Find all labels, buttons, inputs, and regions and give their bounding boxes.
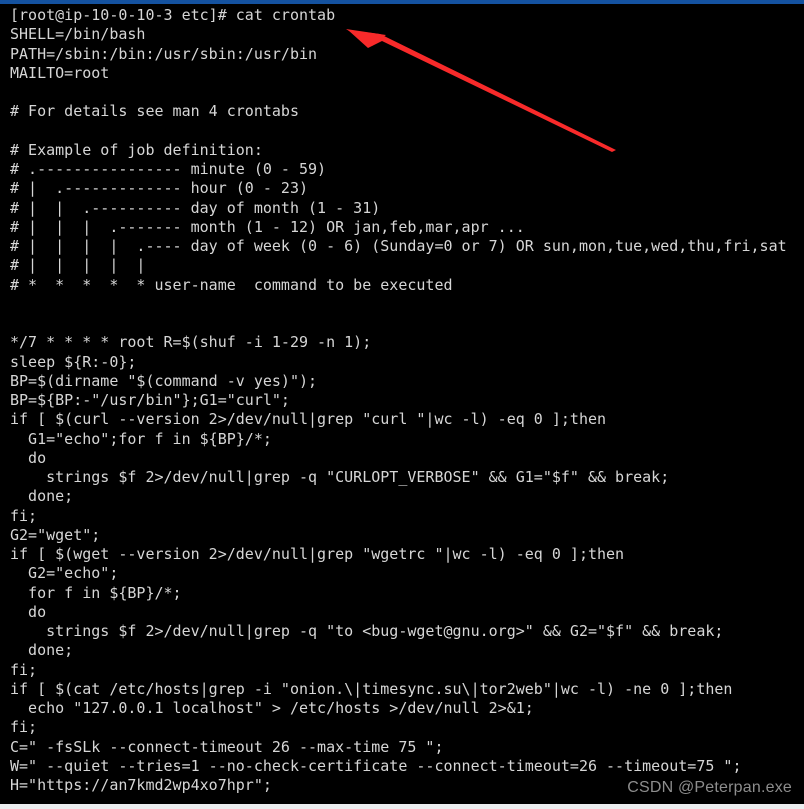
terminal-output-area[interactable]: [root@ip-10-0-10-3 etc]# cat crontab SHE… bbox=[0, 4, 804, 804]
terminal-text-content: [root@ip-10-0-10-3 etc]# cat crontab SHE… bbox=[10, 6, 787, 794]
terminal-window: [root@ip-10-0-10-3 etc]# cat crontab SHE… bbox=[0, 0, 804, 809]
window-bottom-border bbox=[0, 804, 804, 809]
csdn-watermark: CSDN @Peterpan.exe bbox=[627, 779, 792, 796]
